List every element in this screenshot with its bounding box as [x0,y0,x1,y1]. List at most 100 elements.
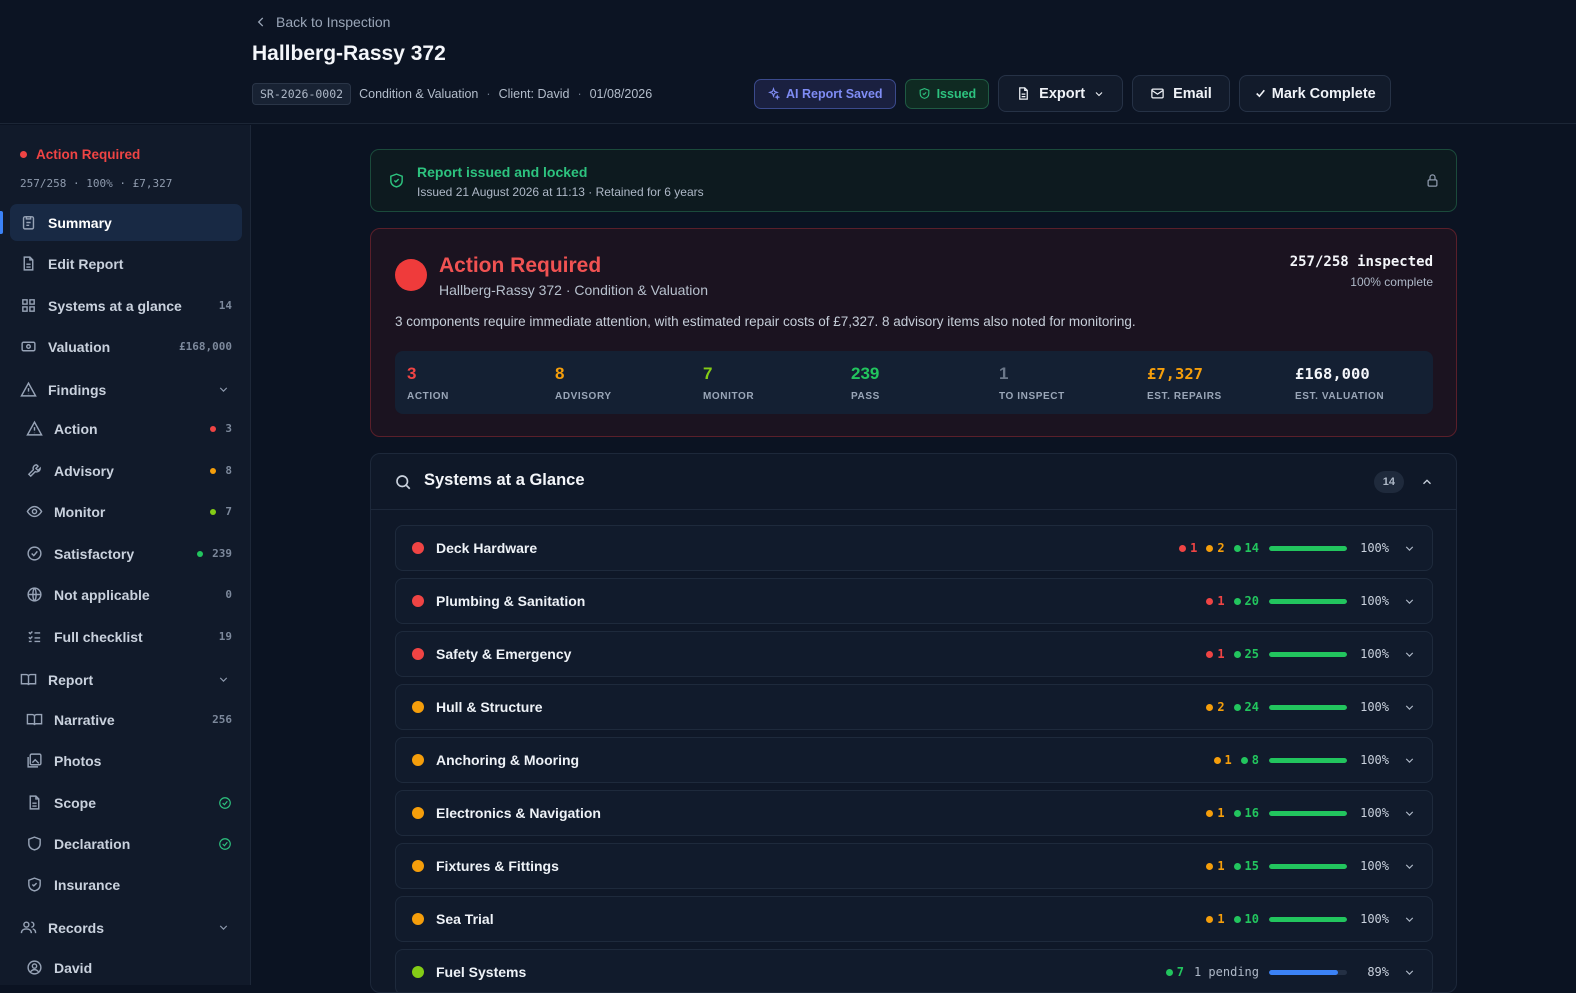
system-row[interactable]: Fixtures & Fittings 1 15 100% [395,843,1433,889]
green-count: 25 [1233,647,1259,661]
chevron-down-icon[interactable] [1403,860,1416,873]
users-icon [20,921,37,934]
chevron-down-icon [1095,91,1103,96]
chevron-down-icon[interactable] [1403,754,1416,767]
sidebar-item-monitor[interactable]: Monitor 7 [10,493,242,530]
stat-value: 7 [703,364,713,383]
ai-report-badge: AI Report Saved [754,78,896,109]
system-status-dot [412,648,424,660]
chevron-up-icon[interactable] [1420,475,1434,489]
mark-complete-label: Mark Complete [1271,85,1376,102]
amber-dot [1206,862,1214,870]
system-name: Plumbing & Sanitation [436,593,586,609]
chevron-down-icon[interactable] [1403,913,1416,926]
sidebar-item-narrative[interactable]: Narrative 256 [10,701,242,738]
system-status-dot [412,754,424,766]
chevron-down-icon[interactable] [1403,595,1416,608]
red-dot [1206,597,1214,605]
system-row[interactable]: Sea Trial 1 10 100% [395,896,1433,942]
sidebar-item-edit-report[interactable]: Edit Report [10,245,242,282]
file-icon [1019,87,1029,100]
banknote-icon [21,341,36,352]
chevron-down-icon[interactable] [1403,807,1416,820]
check-circle-icon [219,837,231,850]
mark-complete-button[interactable]: Mark Complete [1238,75,1391,112]
system-row[interactable]: Deck Hardware 1 2 14 100% [395,525,1433,571]
count-value: 15 [1244,859,1259,873]
sidebar-item-not-applicable[interactable]: Not applicable 0 [10,576,242,613]
green-dot [1233,809,1241,817]
amber-count: 1 [1206,859,1225,873]
green-count: 15 [1233,859,1259,873]
sidebar-item-action[interactable]: Action 3 [10,410,242,447]
sidebar-item-satisfactory[interactable]: Satisfactory 239 [10,535,242,572]
system-row[interactable]: Hull & Structure 2 24 100% [395,684,1433,730]
system-status-dot [412,807,424,819]
chevron-down-icon[interactable] [1403,966,1416,979]
stat-value: 239 [851,364,880,383]
count-value: 1 [1190,541,1198,555]
back-link[interactable]: Back to Inspection [254,14,390,30]
green-count: 20 [1233,594,1259,608]
green-count: 7 [1165,965,1184,979]
report-date: 01/08/2026 [589,87,653,101]
globe-icon [27,587,42,602]
book-open-icon [20,673,37,686]
progress-bar [1269,757,1347,763]
file-text-icon [23,256,34,271]
sidebar-item-david[interactable]: David [10,949,242,986]
stat-value: 3 [407,364,417,383]
green-count: 24 [1233,700,1259,714]
sidebar-item-photos[interactable]: Photos [10,742,242,779]
system-row[interactable]: Plumbing & Sanitation 1 20 100% [395,578,1433,624]
progress-bar [1269,598,1347,604]
progress-percent: 100% [1360,700,1389,714]
sidebar-item-scope[interactable]: Scope [10,784,242,821]
progress-bar [1269,916,1347,922]
sidebar-item-advisory[interactable]: Advisory 8 [10,452,242,489]
chevron-down-icon[interactable] [1403,701,1416,714]
sidebar-section-findings[interactable]: Findings [10,371,242,408]
system-name: Electronics & Navigation [436,805,601,821]
export-button[interactable]: Export [998,75,1124,112]
issued-badge: Issued [904,78,990,109]
shield-check-icon [28,877,41,892]
progress-fill [1269,916,1347,922]
issued-banner: Report issued and locked Issued 21 Augus… [370,149,1457,212]
sidebar-item-full-checklist[interactable]: Full checklist 19 [10,618,242,655]
count-value: 7 [225,505,232,518]
sidebar-item-systems[interactable]: Systems at a glance 14 [10,287,242,324]
sidebar-section-records[interactable]: Records [10,909,242,946]
chevron-down-icon [219,925,228,930]
progress-fill [1269,704,1347,710]
progress-percent: 100% [1360,859,1389,873]
check-circle-icon [219,796,231,809]
amber-count: 2 [1206,700,1225,714]
system-row[interactable]: Fuel Systems 7 1 pending 89% [395,949,1433,992]
chevron-down-icon[interactable] [1403,542,1416,555]
count-value: 14 [1244,541,1259,555]
system-name: Anchoring & Mooring [436,752,580,768]
system-row[interactable]: Anchoring & Mooring 1 8 100% [395,737,1433,783]
sidebar-section-report[interactable]: Report [10,661,242,698]
sidebar-item-insurance[interactable]: Insurance [10,866,242,903]
chevron-down-icon[interactable] [1403,648,1416,661]
finding-counts: 1 15 [1206,859,1259,873]
system-row[interactable]: Electronics & Navigation 1 16 100% [395,790,1433,836]
progress-fill [1269,598,1347,604]
system-name: Hull & Structure [436,699,543,715]
stat-value: 1 [999,364,1009,383]
system-row[interactable]: Safety & Emergency 1 25 100% [395,631,1433,677]
list-check-icon [28,631,41,643]
email-button[interactable]: Email [1132,75,1230,112]
sidebar-item-label: Action [54,420,98,437]
count-value: 1 [1217,594,1225,608]
sidebar-item-summary[interactable]: Summary [0,204,242,241]
sidebar-item-valuation[interactable]: Valuation £168,000 [10,328,242,365]
sidebar-item-count: 0 [225,588,232,601]
sidebar-item-declaration[interactable]: Declaration [10,825,242,862]
top-header: Back to Inspection Hallberg-Rassy 372 SR… [0,0,1576,124]
stat-value: 8 [555,364,565,383]
mail-icon [1151,88,1164,99]
warning-triangle-icon [26,420,43,436]
